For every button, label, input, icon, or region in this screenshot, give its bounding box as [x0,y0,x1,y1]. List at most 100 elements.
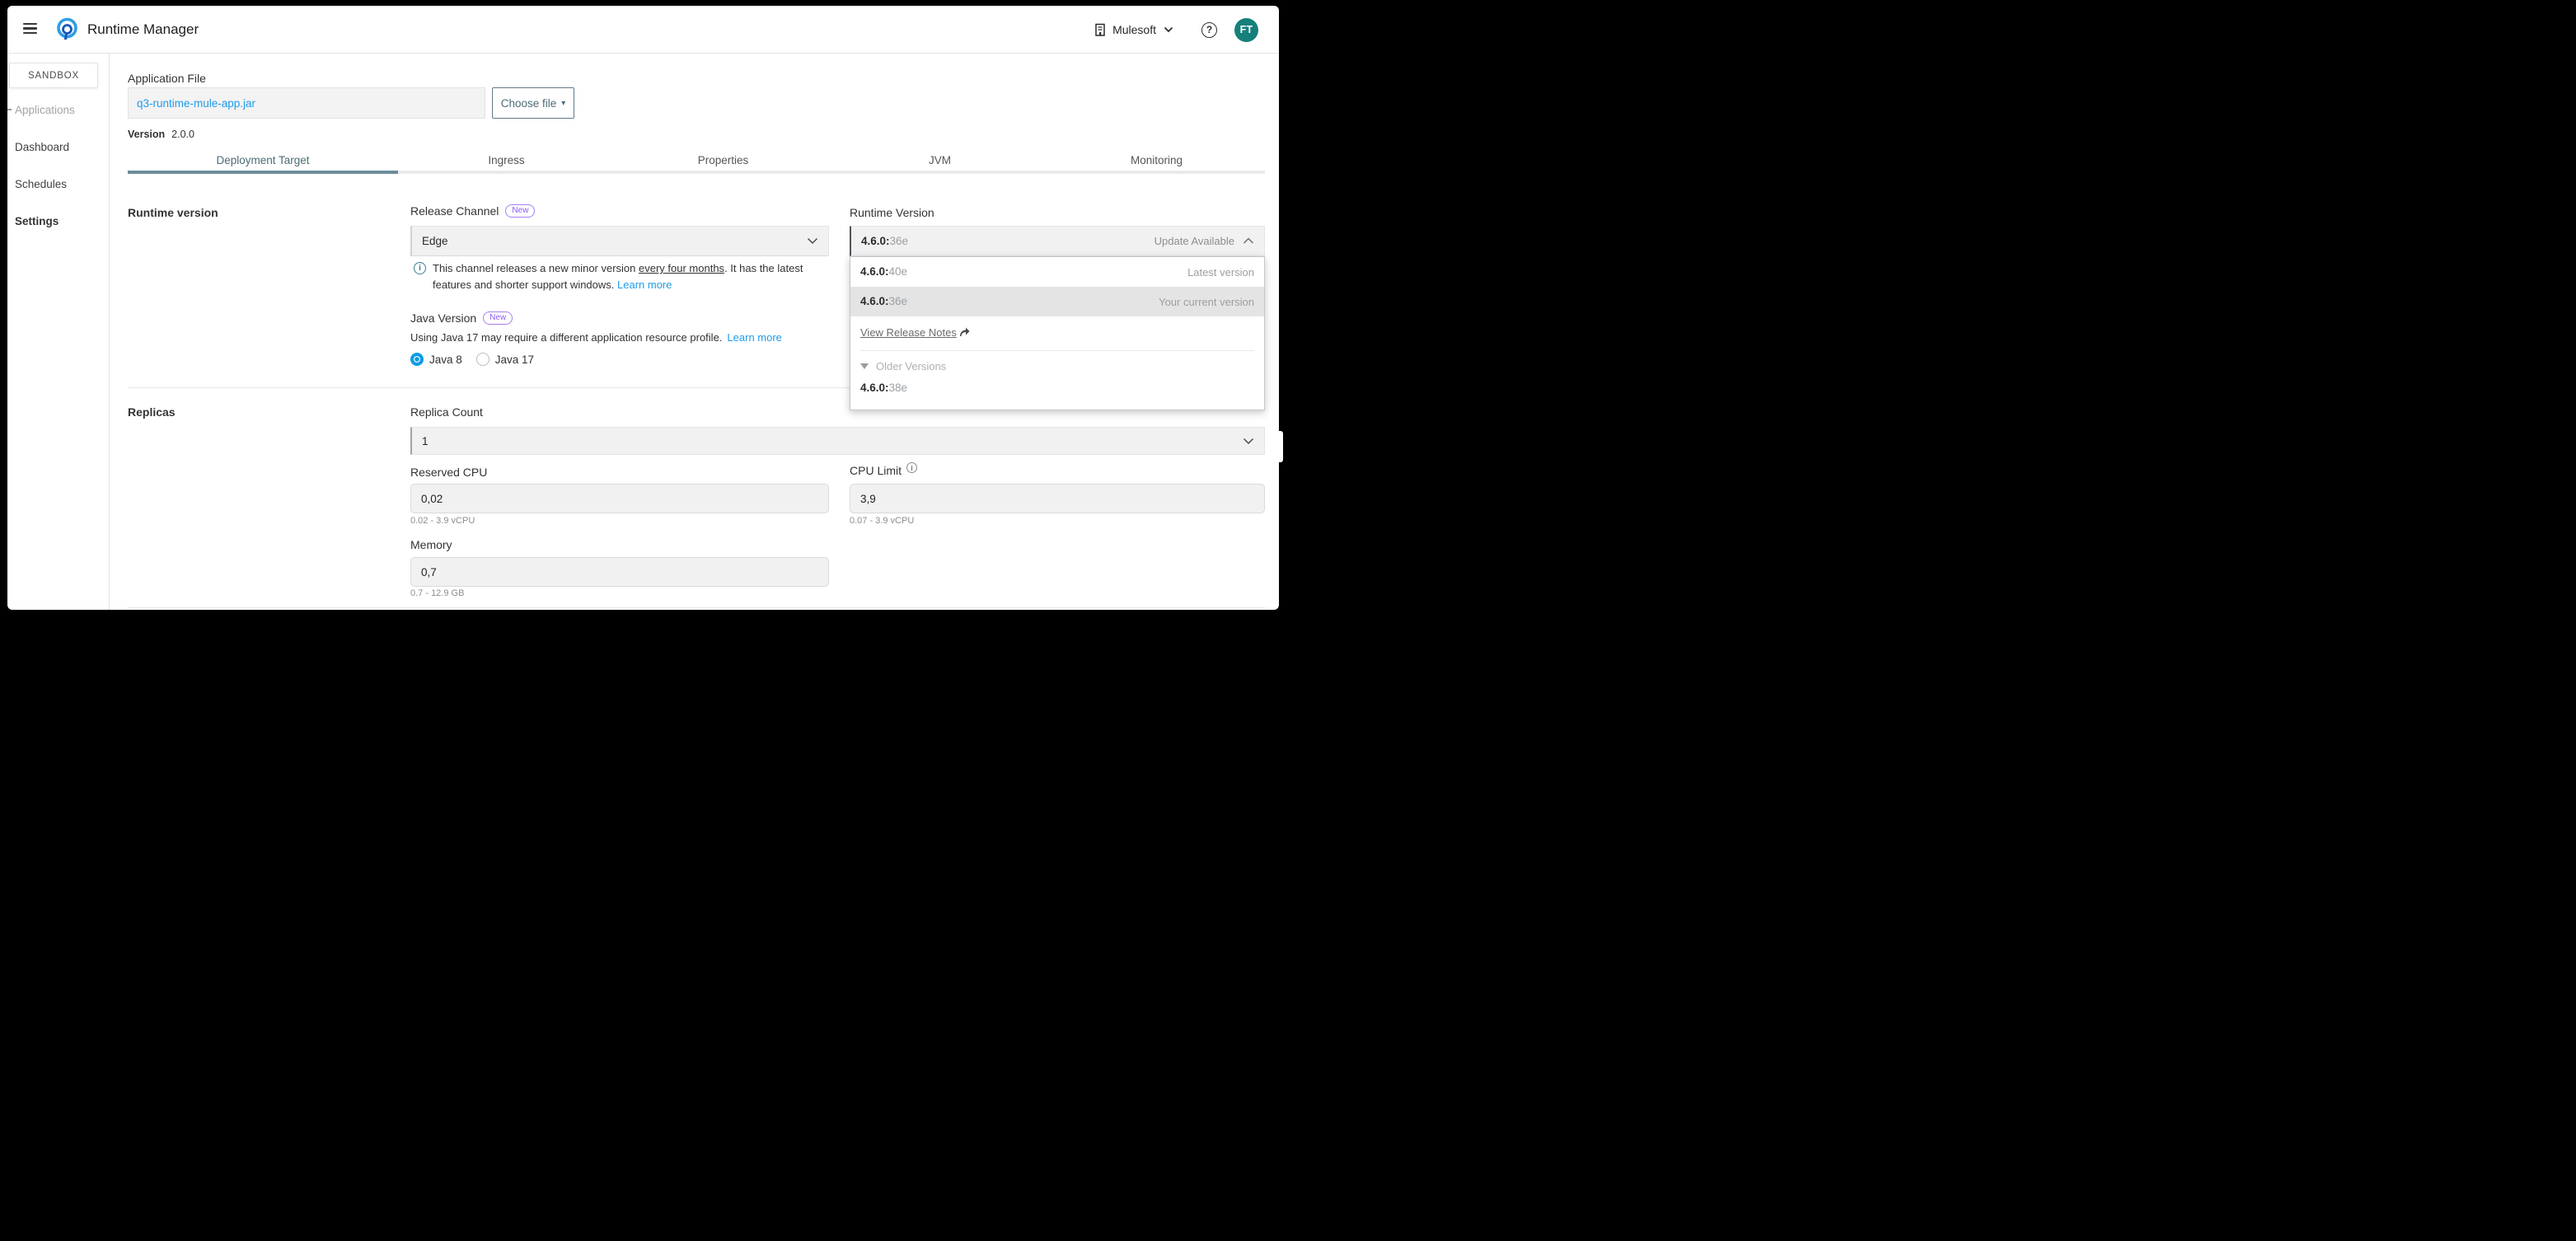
runtime-version-select[interactable]: 4.6.0:36e Update Available [850,226,1265,256]
tab-bar: Deployment Target Ingress Properties JVM… [128,151,1265,174]
caret-down-icon: ▾ [561,99,565,108]
sidebar-divider [109,54,110,610]
org-switcher[interactable]: Mulesoft [1094,23,1173,36]
runtime-version-option-older[interactable]: 4.6.0:38e [850,372,1264,396]
option-build: 40e [889,265,908,278]
java-version-label: Java Version [410,311,476,325]
info-icon: i [906,462,917,473]
runtime-version-number: 4.6.0: [861,235,890,247]
runtime-version-current: 4.6.0:36e [861,234,908,249]
cpu-limit-label-row: CPU Limit i [850,464,917,477]
release-channel-value: Edge [422,235,448,247]
replica-count-select[interactable]: 1 [410,427,1265,455]
choose-file-label: Choose file [501,97,557,110]
release-channel-learn-more-link[interactable]: Learn more [617,279,672,291]
info-text-part1: This channel releases a new minor versio… [433,262,639,274]
older-versions-toggle[interactable]: Older Versions [850,351,1264,372]
option-build: 38e [889,382,908,394]
tab-jvm[interactable]: JVM [831,151,1048,171]
application-file-label: Application File [128,72,206,85]
option-version: 4.6.0: [860,265,889,278]
release-channel-info-text: This channel releases a new minor versio… [433,260,818,293]
version-label: Version [128,129,165,140]
new-badge: New [483,311,513,325]
cpu-limit-value: 3,9 [860,493,876,505]
chevron-down-icon [1243,438,1254,445]
current-version-tag: Your current version [1159,296,1254,308]
tab-monitoring[interactable]: Monitoring [1048,151,1265,171]
java-learn-more-link[interactable]: Learn more [727,331,781,344]
option-version: 4.6.0: [860,295,889,307]
top-bar: Runtime Manager Mulesoft ? FT [7,6,1279,54]
tab-deployment-target[interactable]: Deployment Target [128,151,398,171]
update-available-text: Update Available [1155,235,1234,247]
cpu-limit-label: CPU Limit [850,464,902,477]
application-file-field: q3-runtime-mule-app.jar [128,87,485,119]
cpu-limit-input[interactable]: 3,9 [850,484,1265,513]
option-version: 4.6.0: [860,382,889,394]
memory-label: Memory [410,538,452,551]
runtime-version-label: Runtime Version [850,206,934,219]
hamburger-menu-icon[interactable] [23,23,37,35]
sidebar-item-settings[interactable]: Settings [15,215,59,227]
scrollbar-thumb[interactable] [1276,431,1283,462]
chevron-up-icon [1243,237,1254,245]
release-channel-label-row: Release Channel New [410,204,535,218]
choose-file-button[interactable]: Choose file ▾ [492,87,574,119]
version-value: 2.0.0 [171,129,194,140]
help-icon[interactable]: ? [1201,22,1217,38]
org-name: Mulesoft [1112,23,1156,36]
chevron-down-icon [1164,26,1173,33]
external-link-arrow-icon [958,326,971,337]
back-chevron-icon [7,109,12,110]
reserved-cpu-input[interactable]: 0,02 [410,484,829,513]
memory-hint: 0.7 - 12.9 GB [410,588,464,598]
view-release-notes-link[interactable]: View Release Notes [860,326,957,339]
tab-properties[interactable]: Properties [615,151,831,171]
option-build: 36e [889,295,908,307]
sidebar-item-schedules[interactable]: Schedules [15,178,67,190]
java-version-radio-group: Java 8 Java 17 [410,353,534,366]
runtime-version-dropdown: 4.6.0:40e Latest version 4.6.0:36e Your … [850,256,1265,410]
section-divider [128,607,1265,608]
replica-count-value: 1 [422,435,429,447]
release-channel-select[interactable]: Edge [410,226,829,256]
sidebar-item-applications[interactable]: Applications [15,104,75,116]
reserved-cpu-hint: 0.02 - 3.9 vCPU [410,516,475,526]
caret-down-icon [860,363,869,369]
replicas-section-heading: Replicas [128,405,176,419]
replica-count-label: Replica Count [410,405,483,419]
java8-radio[interactable] [410,353,424,366]
environment-selector[interactable]: SANDBOX [9,63,98,88]
new-badge: New [505,204,535,218]
app-window: Runtime Manager Mulesoft ? FT SANDBOX Ap… [7,6,1279,610]
runtime-version-option[interactable]: 4.6.0:40e Latest version [850,257,1264,287]
runtime-manager-logo-icon [54,16,80,42]
older-versions-label: Older Versions [876,360,946,372]
tab-ingress[interactable]: Ingress [398,151,615,171]
application-file-link[interactable]: q3-runtime-mule-app.jar [137,97,255,110]
reserved-cpu-label: Reserved CPU [410,466,487,479]
cpu-limit-hint: 0.07 - 3.9 vCPU [850,516,914,526]
runtime-version-build: 36e [890,235,909,247]
memory-input[interactable]: 0,7 [410,557,829,587]
runtime-version-section-heading: Runtime version [128,206,218,219]
sidebar-item-dashboard[interactable]: Dashboard [15,141,69,153]
java17-radio[interactable] [476,353,489,366]
runtime-version-option-selected[interactable]: 4.6.0:36e Your current version [850,287,1264,316]
java-version-label-row: Java Version New [410,311,513,325]
latest-version-tag: Latest version [1187,266,1254,279]
chevron-down-icon [807,237,818,245]
avatar[interactable]: FT [1234,18,1258,42]
java-version-note: Using Java 17 may require a different ap… [410,331,782,344]
building-icon [1094,23,1106,36]
info-text-underlined: every four months [639,262,724,274]
release-channel-label: Release Channel [410,204,499,218]
version-row: Version 2.0.0 [128,129,194,140]
memory-value: 0,7 [421,566,437,578]
java-note-text: Using Java 17 may require a different ap… [410,331,722,344]
reserved-cpu-value: 0,02 [421,493,443,505]
java8-radio-label[interactable]: Java 8 [429,354,462,366]
java17-radio-label[interactable]: Java 17 [495,354,534,366]
page-title: Runtime Manager [87,21,199,38]
